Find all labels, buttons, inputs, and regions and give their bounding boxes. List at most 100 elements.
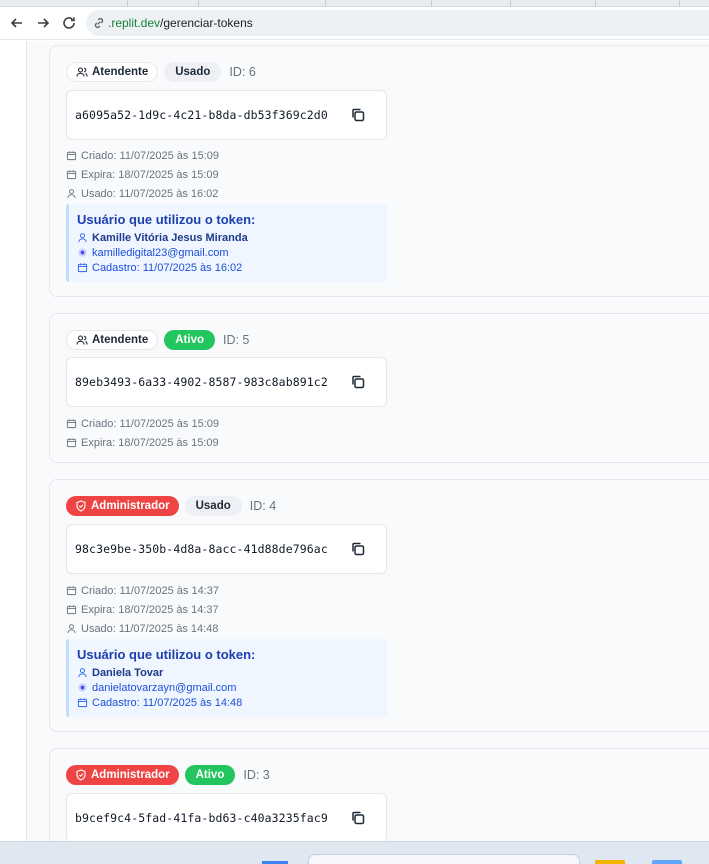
status-badge: Usado: [184, 496, 242, 516]
os-taskbar: [0, 841, 709, 864]
user-box-title: Usuário que utilizou o token:: [77, 647, 256, 662]
browser-tab-strip: [0, 0, 709, 7]
token-id: ID: 6: [229, 65, 256, 79]
token-value: a6095a52-1d9c-4c21-b8da-db53f369c2d0: [75, 108, 328, 122]
back-button[interactable]: [4, 10, 30, 36]
created-date: Criado: 11/07/2025 às 15:09: [81, 149, 220, 162]
forward-button[interactable]: [30, 10, 56, 36]
token-meta: Criado: 11/07/2025 às 15:09 Expira: 18/0…: [66, 146, 219, 203]
user-email: danielatovarzayn@gmail.com: [92, 681, 237, 694]
tab-separator: [679, 0, 680, 7]
app-icon[interactable]: [652, 860, 682, 864]
calendar-icon: [66, 170, 77, 180]
token-card-header: Administrador Ativo ID: 3: [66, 765, 270, 785]
expires-date: Expira: 18/07/2025 às 15:09: [81, 168, 219, 181]
user-name: Kamille Vitória Jesus Miranda: [92, 231, 248, 244]
token-value: b9cef9c4-5fad-41fa-bd63-c40a3235fac9: [75, 811, 328, 825]
token-value: 98c3e9be-350b-4d8a-8acc-41d88de796ac: [75, 542, 328, 556]
arrow-right-icon: [38, 18, 50, 28]
user-email-row: danielatovarzayn@gmail.com: [77, 680, 379, 695]
url-host: .replit.dev: [108, 16, 161, 30]
user-signup-date: Cadastro: 11/07/2025 às 14:48: [92, 696, 243, 709]
user-email-row: kamilledigital23@gmail.com: [77, 245, 379, 260]
link-icon: [94, 18, 104, 28]
role-badge: Administrador: [66, 496, 179, 516]
user-name-row: Kamille Vitória Jesus Miranda: [77, 230, 379, 245]
created-row: Criado: 11/07/2025 às 15:09: [66, 414, 219, 433]
user-icon: [67, 624, 76, 634]
user-signup-row: Cadastro: 11/07/2025 às 16:02: [77, 260, 379, 275]
token-meta: Criado: 11/07/2025 às 15:09 Expira: 18/0…: [66, 414, 219, 452]
created-row: Criado: 11/07/2025 às 15:09: [66, 146, 219, 165]
arrow-left-icon: [10, 18, 22, 28]
tab-separator: [510, 0, 511, 7]
used-row: Usado: 11/07/2025 às 16:02: [66, 184, 219, 203]
user-signup-row: Cadastro: 11/07/2025 às 14:48: [77, 695, 379, 710]
token-card: Administrador Ativo ID: 3 b9cef9c4-5fad-…: [49, 748, 709, 841]
reload-button[interactable]: [56, 10, 82, 36]
taskbar-search[interactable]: [308, 854, 580, 864]
email-icon: [78, 248, 87, 257]
role-badge: Atendente: [66, 330, 159, 350]
used-date: Usado: 11/07/2025 às 14:48: [81, 622, 219, 635]
left-rail: [0, 41, 27, 841]
tab-separator: [431, 0, 432, 7]
role-badge: Administrador: [66, 765, 179, 785]
url-path: /gerenciar-tokens: [160, 16, 253, 30]
expires-row: Expira: 18/07/2025 às 14:37: [66, 600, 219, 619]
role-badge: Atendente: [66, 62, 159, 82]
token-value-box: a6095a52-1d9c-4c21-b8da-db53f369c2d0: [66, 90, 387, 140]
copy-button[interactable]: [350, 810, 368, 828]
used-row: Usado: 11/07/2025 às 14:48: [66, 619, 219, 638]
copy-icon: [352, 375, 365, 389]
user-name: Daniela Tovar: [92, 666, 164, 679]
role-label: Administrador: [91, 500, 170, 512]
calendar-icon: [66, 419, 77, 429]
user-icon: [78, 233, 87, 243]
folder-icon[interactable]: [595, 860, 625, 864]
used-date: Usado: 11/07/2025 às 16:02: [81, 187, 219, 200]
browser-toolbar: .replit.dev/gerenciar-tokens: [0, 7, 709, 40]
expires-date: Expira: 18/07/2025 às 15:09: [81, 436, 219, 449]
copy-icon: [352, 542, 365, 556]
expires-date: Expira: 18/07/2025 às 14:37: [81, 603, 219, 616]
tab-separator: [595, 0, 596, 7]
token-id: ID: 3: [243, 768, 270, 782]
user-name-row: Daniela Tovar: [77, 665, 379, 680]
calendar-icon: [66, 605, 77, 615]
copy-button[interactable]: [350, 107, 368, 125]
role-label: Atendente: [92, 334, 149, 346]
calendar-icon: [77, 698, 88, 708]
reload-icon: [63, 17, 75, 29]
calendar-icon: [66, 151, 77, 161]
copy-icon: [352, 108, 365, 122]
calendar-icon: [66, 586, 77, 596]
tab-separator: [127, 0, 128, 7]
copy-button[interactable]: [350, 541, 368, 559]
status-badge: Usado: [164, 62, 222, 82]
expires-row: Expira: 18/07/2025 às 15:09: [66, 433, 219, 452]
token-user-info: Usuário que utilizou o token: Daniela To…: [66, 639, 387, 717]
user-email: kamilledigital23@gmail.com: [92, 246, 229, 259]
created-date: Criado: 11/07/2025 às 15:09: [81, 417, 220, 430]
tab-separator: [325, 0, 326, 7]
token-card-header: Atendente Ativo ID: 5: [66, 330, 249, 350]
role-label: Administrador: [91, 769, 170, 781]
token-card: Administrador Usado ID: 4 98c3e9be-350b-…: [49, 479, 709, 732]
status-badge: Ativo: [164, 330, 215, 350]
status-badge: Ativo: [184, 765, 236, 785]
token-value-box: 89eb3493-6a33-4902-8587-983c8ab891c2: [66, 357, 387, 407]
copy-button[interactable]: [350, 374, 368, 392]
created-date: Criado: 11/07/2025 às 14:37: [81, 584, 220, 597]
token-meta: Criado: 11/07/2025 às 14:37 Expira: 18/0…: [66, 581, 219, 638]
calendar-icon: [66, 438, 77, 448]
token-card: Atendente Ativo ID: 5 89eb3493-6a33-4902…: [49, 313, 709, 463]
token-id: ID: 4: [249, 499, 277, 513]
address-bar[interactable]: .replit.dev/gerenciar-tokens: [86, 10, 709, 36]
user-signup-date: Cadastro: 11/07/2025 às 16:02: [92, 261, 243, 274]
token-value-box: 98c3e9be-350b-4d8a-8acc-41d88de796ac: [66, 524, 387, 574]
user-box-title: Usuário que utilizou o token:: [77, 212, 256, 227]
token-card-header: Administrador Usado ID: 4: [66, 496, 276, 516]
token-card: Atendente Usado ID: 6 a6095a52-1d9c-4c21…: [49, 45, 709, 297]
shield-icon: [76, 500, 86, 512]
